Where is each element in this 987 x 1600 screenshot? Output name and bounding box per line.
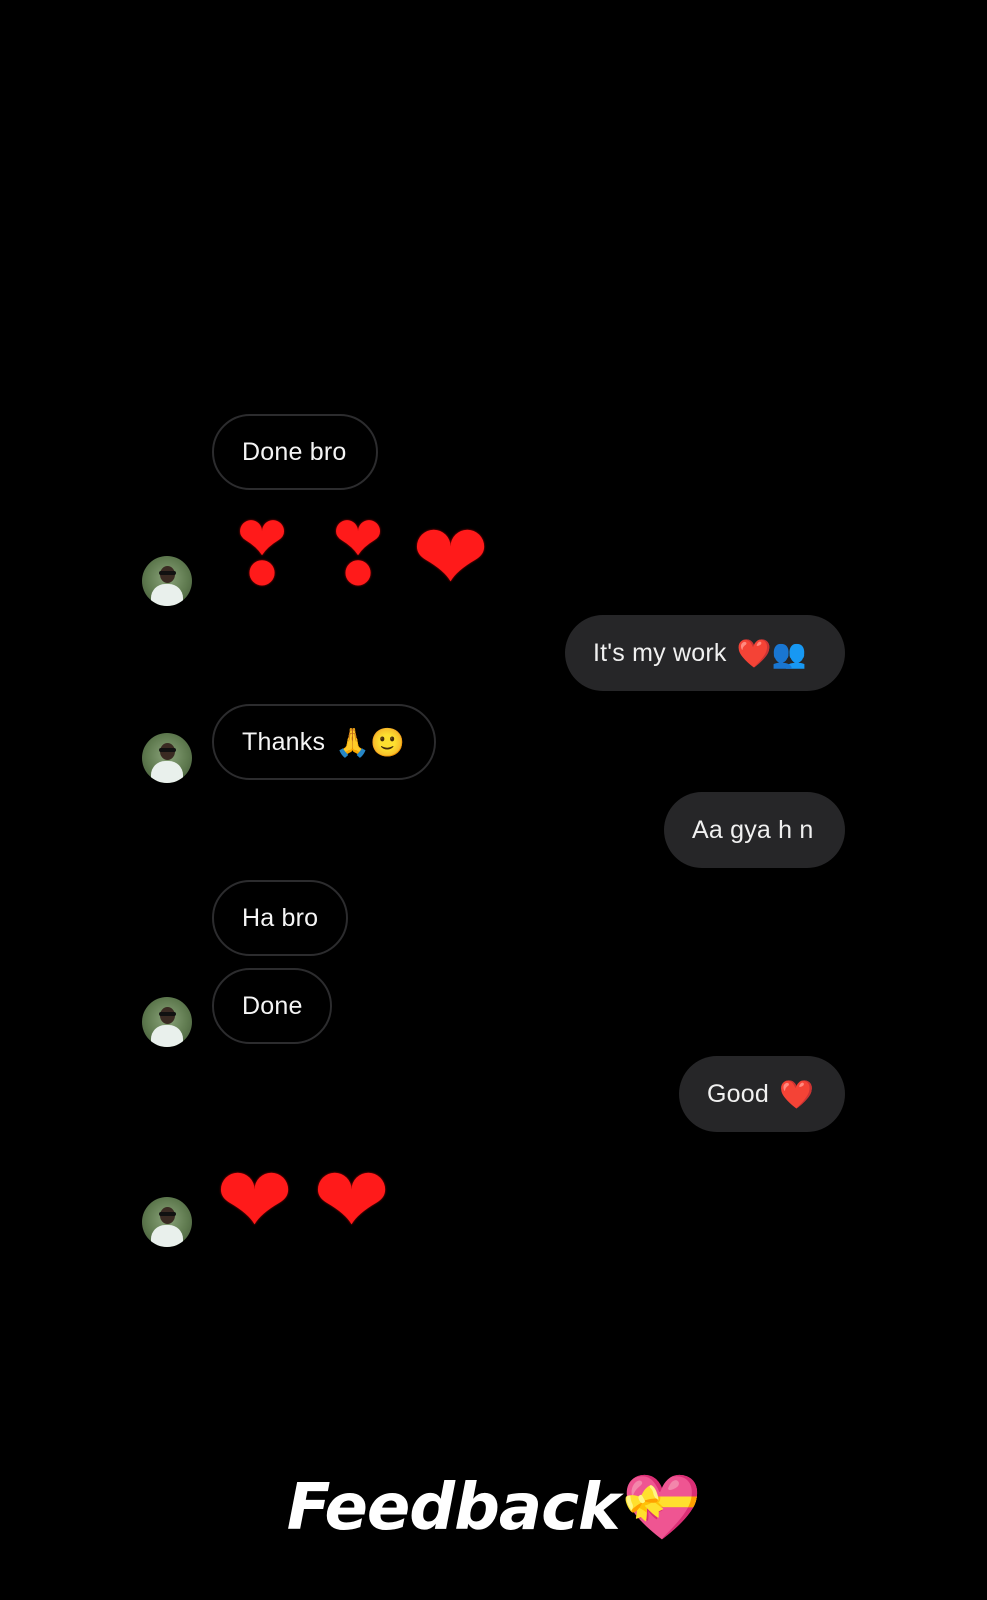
feedback-caption: Feedback💝 bbox=[0, 1470, 987, 1545]
avatar[interactable] bbox=[142, 997, 192, 1047]
message-incoming[interactable]: Thanks 🙏🙂 bbox=[212, 704, 436, 780]
avatar[interactable] bbox=[142, 1197, 192, 1247]
caption-text: Feedback bbox=[286, 1471, 621, 1545]
message-text: It's my work bbox=[593, 638, 727, 667]
heart-icon: ❤ bbox=[313, 1147, 391, 1254]
heart-exclamation-icon: ❣ bbox=[226, 505, 299, 605]
pray-smile-icon: 🙏🙂 bbox=[335, 725, 406, 759]
message-outgoing[interactable]: Good ❤️ bbox=[679, 1056, 845, 1132]
message-text: Ha bro bbox=[242, 903, 319, 932]
heart-icon: ❤️ bbox=[778, 1077, 815, 1111]
message-text: Aa gya h n bbox=[692, 815, 814, 844]
message-text: Done bro bbox=[242, 437, 347, 466]
message-incoming[interactable]: Ha bro bbox=[212, 880, 348, 956]
avatar[interactable] bbox=[142, 556, 192, 606]
heart-icon: ❤ bbox=[412, 504, 490, 611]
gift-heart-icon: 💝 bbox=[621, 1471, 702, 1545]
message-incoming[interactable]: Done bbox=[212, 968, 332, 1044]
message-text: Good bbox=[707, 1079, 769, 1108]
message-outgoing[interactable]: Aa gya h n bbox=[664, 792, 845, 868]
chat-thread: Done bro ❣ ❣ ❤ It's my work ❤️👥 Thanks 🙏… bbox=[0, 0, 987, 1600]
heart-people-icon: ❤️👥 bbox=[736, 636, 807, 670]
message-text: Thanks bbox=[242, 727, 326, 756]
avatar[interactable] bbox=[142, 733, 192, 783]
message-text: Done bbox=[242, 991, 303, 1020]
message-outgoing[interactable]: It's my work ❤️👥 bbox=[565, 615, 845, 691]
message-incoming[interactable]: Done bro bbox=[212, 414, 378, 490]
heart-exclamation-icon: ❣ bbox=[322, 505, 395, 605]
heart-icon: ❤ bbox=[216, 1147, 294, 1254]
